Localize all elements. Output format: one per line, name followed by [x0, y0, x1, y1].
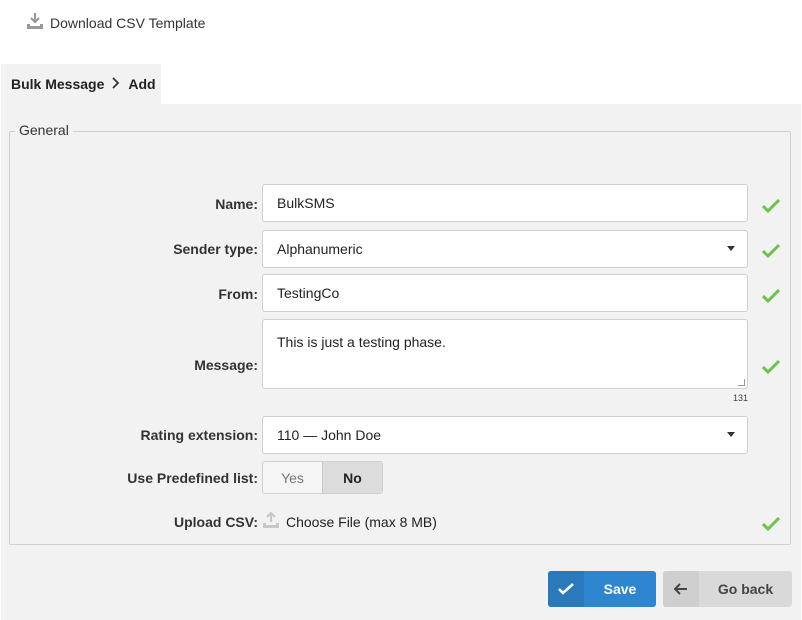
name-valid-check-icon [761, 198, 781, 214]
breadcrumb-current: Add [128, 76, 156, 92]
sender-type-value: Alphanumeric [277, 241, 363, 257]
chevron-down-icon [727, 246, 735, 251]
rating-extension-label: Rating extension: [140, 427, 258, 443]
sender-type-select[interactable]: Alphanumeric [262, 230, 748, 268]
upload-icon [262, 511, 280, 532]
general-legend: General [15, 122, 73, 138]
save-label: Save [603, 581, 637, 597]
name-value: BulkSMS [277, 195, 335, 211]
go-back-button[interactable]: Go back [663, 571, 792, 607]
chevron-down-icon [727, 432, 735, 437]
download-csv-template-label: Download CSV Template [50, 14, 206, 31]
breadcrumb-parent[interactable]: Bulk Message [11, 76, 104, 92]
download-csv-template-link[interactable]: Download CSV Template [26, 12, 205, 33]
predefined-list-yes[interactable]: Yes [263, 462, 322, 493]
message-label: Message: [194, 357, 258, 373]
predefined-list-label: Use Predefined list: [127, 470, 258, 486]
message-valid-check-icon [761, 359, 781, 375]
choose-file-label: Choose File (max 8 MB) [286, 513, 437, 530]
upload-csv-valid-check-icon [761, 516, 781, 532]
sender-type-valid-check-icon [761, 243, 781, 259]
upload-csv-label: Upload CSV: [173, 514, 258, 530]
download-icon [26, 12, 44, 33]
rating-extension-value: 110 — John Doe [277, 427, 382, 443]
chevron-right-icon [112, 76, 120, 92]
resize-handle[interactable] [738, 379, 745, 386]
sender-type-label: Sender type: [173, 241, 258, 257]
breadcrumb: Bulk Message Add [1, 64, 161, 104]
message-value: This is just a testing phase. [277, 334, 446, 350]
save-button[interactable]: Save [548, 571, 656, 607]
message-char-counter: 131 [732, 393, 748, 403]
from-input[interactable]: TestingCo [262, 274, 748, 312]
from-label: From: [218, 286, 258, 302]
choose-file-button[interactable]: Choose File (max 8 MB) [262, 511, 437, 532]
predefined-list-no[interactable]: No [322, 462, 382, 493]
from-value: TestingCo [277, 285, 340, 301]
name-label: Name: [215, 196, 258, 212]
message-textarea[interactable]: This is just a testing phase. [262, 319, 748, 389]
from-valid-check-icon [761, 288, 781, 304]
check-icon [548, 571, 584, 607]
arrow-left-icon [663, 571, 699, 607]
predefined-list-toggle: Yes No [262, 461, 383, 494]
rating-extension-select[interactable]: 110 — John Doe [262, 416, 748, 454]
go-back-label: Go back [717, 581, 774, 597]
name-input[interactable]: BulkSMS [262, 184, 748, 222]
